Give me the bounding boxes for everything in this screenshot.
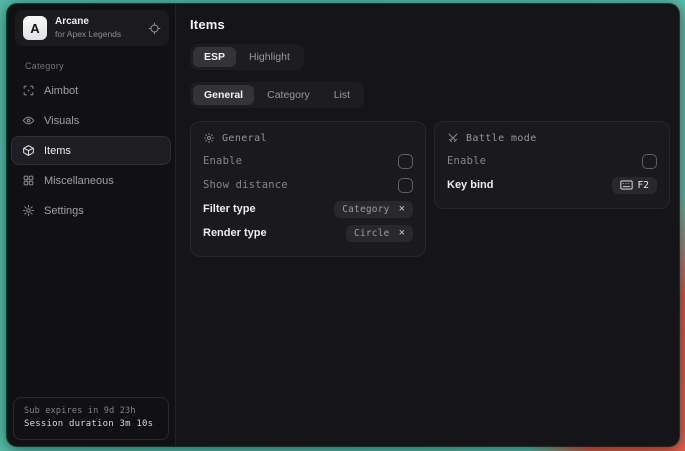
sidebar-nav: Aimbot Visuals [11, 76, 171, 225]
battle-mode-panel-header: Battle mode [447, 132, 657, 144]
sidebar-item-label: Aimbot [44, 85, 78, 97]
sidebar-item-label: Miscellaneous [44, 175, 114, 187]
sidebar-spacer [11, 225, 171, 397]
filter-type-value: Category [342, 204, 389, 215]
app-header-card: A Arcane for Apex Legends [15, 10, 169, 46]
setting-row-show-distance: Show distance [203, 173, 413, 197]
clear-icon[interactable]: × [399, 204, 405, 215]
app-logo: A [23, 16, 47, 40]
mode-tabs: ESP Highlight [190, 44, 304, 70]
grid-icon [22, 174, 35, 187]
sidebar-item-label: Settings [44, 205, 84, 217]
enable-checkbox[interactable] [398, 154, 413, 169]
session-duration-text: Session duration 3m 10s [24, 418, 158, 432]
general-panel-title: General [222, 133, 267, 144]
subscription-card: Sub expires in 9d 23h Session duration 3… [13, 397, 169, 440]
mode-tabs-row: ESP Highlight [190, 44, 670, 70]
sidebar-item-miscellaneous[interactable]: Miscellaneous [11, 166, 171, 195]
tab-highlight[interactable]: Highlight [238, 47, 301, 67]
sun-icon [203, 132, 215, 144]
gear-icon [22, 204, 35, 217]
clear-icon[interactable]: × [399, 228, 405, 239]
sub-tabs: General Category List [190, 82, 364, 108]
swords-icon [447, 132, 459, 144]
render-type-value: Circle [354, 228, 390, 239]
app-titles: Arcane for Apex Legends [55, 16, 140, 39]
render-type-select[interactable]: Circle × [346, 225, 413, 242]
sidebar: A Arcane for Apex Legends Category [7, 4, 176, 446]
sidebar-item-visuals[interactable]: Visuals [11, 106, 171, 135]
show-distance-checkbox[interactable] [398, 178, 413, 193]
setting-row-key-bind: Key bind F2 [447, 173, 657, 197]
setting-label: Enable [447, 155, 486, 167]
sub-tabs-row: General Category List [190, 82, 670, 108]
filter-type-select[interactable]: Category × [334, 201, 413, 218]
setting-label: Enable [203, 155, 242, 167]
setting-label: Show distance [203, 179, 288, 191]
general-panel: General Enable Show distance Filter type… [190, 121, 426, 257]
sidebar-item-label: Items [44, 145, 71, 157]
setting-label: Filter type [203, 203, 256, 215]
setting-label: Render type [203, 227, 267, 239]
target-icon[interactable] [148, 22, 161, 35]
main-content: Items ESP Highlight General Category Lis… [176, 4, 679, 446]
sidebar-item-aimbot[interactable]: Aimbot [11, 76, 171, 105]
setting-row-enable: Enable [447, 149, 657, 173]
battle-mode-panel-title: Battle mode [466, 133, 537, 144]
setting-row-filter-type: Filter type Category × [203, 197, 413, 221]
setting-label: Key bind [447, 179, 493, 191]
tab-list[interactable]: List [323, 85, 361, 105]
eye-icon [22, 114, 35, 127]
desktop-background: A Arcane for Apex Legends Category [0, 0, 685, 451]
setting-row-render-type: Render type Circle × [203, 221, 413, 245]
app-title: Arcane [55, 16, 140, 29]
arcane-window: A Arcane for Apex Legends Category [7, 4, 679, 446]
battle-enable-checkbox[interactable] [642, 154, 657, 169]
panels: General Enable Show distance Filter type… [190, 121, 670, 257]
category-label: Category [25, 61, 171, 71]
keybind-button[interactable]: F2 [612, 177, 657, 194]
app-subtitle: for Apex Legends [55, 29, 140, 40]
sidebar-item-items[interactable]: Items [11, 136, 171, 165]
sidebar-item-settings[interactable]: Settings [11, 196, 171, 225]
battle-mode-panel: Battle mode Enable Key bind [434, 121, 670, 209]
page-title: Items [190, 17, 670, 32]
keyboard-icon [620, 180, 633, 190]
setting-row-enable: Enable [203, 149, 413, 173]
general-panel-header: General [203, 132, 413, 144]
keybind-value: F2 [638, 180, 649, 191]
box-icon [22, 144, 35, 157]
crosshair-icon [22, 84, 35, 97]
sub-expiry-text: Sub expires in 9d 23h [24, 405, 158, 418]
tab-esp[interactable]: ESP [193, 47, 236, 67]
sidebar-item-label: Visuals [44, 115, 79, 127]
tab-category[interactable]: Category [256, 85, 321, 105]
tab-general[interactable]: General [193, 85, 254, 105]
